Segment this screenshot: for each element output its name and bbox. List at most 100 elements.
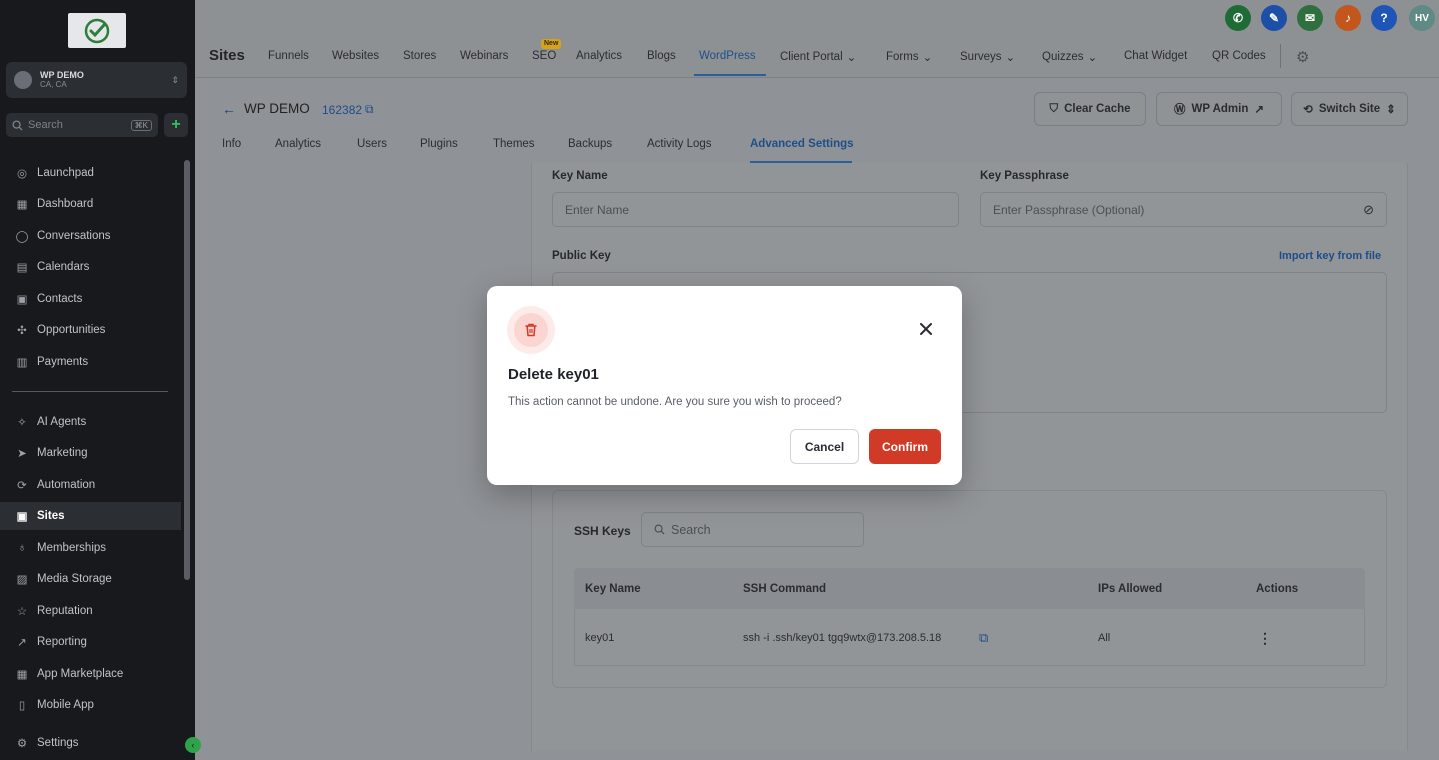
back-arrow-icon[interactable]: ←: [222, 101, 236, 117]
subtab-users[interactable]: Users: [357, 138, 387, 150]
megaphone-icon[interactable]: ✉: [1297, 5, 1323, 31]
tab-client-portal[interactable]: Client Portal ⌄: [780, 50, 856, 64]
sidebar-item-calendars[interactable]: ▤ Calendars: [0, 253, 181, 281]
sidebar-search[interactable]: Search ⌘K: [6, 113, 158, 137]
cancel-button[interactable]: Cancel: [790, 429, 859, 464]
sidebar-divider: [12, 391, 168, 392]
tab-analytics[interactable]: Analytics: [576, 50, 622, 62]
subtab-advanced-settings[interactable]: Advanced Settings: [750, 138, 854, 150]
sidebar-item-settings[interactable]: ⚙ Settings: [0, 729, 181, 757]
clear-cache-label: Clear Cache: [1064, 103, 1131, 115]
tab-stores[interactable]: Stores: [403, 50, 436, 62]
sidebar-item-memberships[interactable]: ♁ Memberships: [0, 534, 181, 562]
copy-icon[interactable]: ⧉: [979, 630, 988, 646]
user-avatar[interactable]: HV: [1409, 5, 1435, 31]
modal-message: This action cannot be undone. Are you su…: [508, 396, 842, 408]
passphrase-input[interactable]: Enter Passphrase (Optional) ⊘: [980, 192, 1387, 227]
import-key-link[interactable]: Import key from file: [1279, 250, 1381, 262]
subtab-themes[interactable]: Themes: [493, 138, 535, 150]
search-icon: [654, 524, 665, 535]
sidebar-item-launchpad[interactable]: ◎ Launchpad: [0, 159, 181, 187]
ai-icon: ✧: [17, 417, 27, 429]
chevron-updown-icon: ⇕: [1386, 104, 1396, 116]
active-tab-indicator: [694, 74, 766, 76]
gear-icon[interactable]: ⚙: [1296, 48, 1309, 66]
sidebar: WP DEMO CA, CA ⇕ Search ⌘K + ◎ Launchpad …: [0, 0, 195, 760]
close-icon[interactable]: [916, 319, 936, 339]
delete-key-modal: Delete key01 This action cannot be undon…: [487, 286, 962, 485]
collapse-sidebar-button[interactable]: ‹: [185, 737, 201, 753]
magic-wand-icon[interactable]: ✎: [1261, 5, 1287, 31]
tab-webinars[interactable]: Webinars: [460, 50, 508, 62]
sidebar-item-label: Sites: [37, 510, 65, 522]
subtab-backups[interactable]: Backups: [568, 138, 612, 150]
sidebar-item-opportunities[interactable]: ✣ Opportunities: [0, 316, 181, 344]
column-key-name: Key Name: [585, 583, 641, 595]
tab-blogs[interactable]: Blogs: [647, 50, 676, 62]
key-name-input[interactable]: Enter Name: [552, 192, 959, 227]
tab-websites[interactable]: Websites: [332, 50, 379, 62]
account-location: CA, CA: [40, 80, 67, 89]
tab-chat-widget[interactable]: Chat Widget: [1124, 50, 1187, 62]
sidebar-item-label: Launchpad: [37, 167, 94, 179]
tab-forms[interactable]: Forms ⌄: [886, 50, 932, 64]
sidebar-item-reporting[interactable]: ↗ Reporting: [0, 628, 181, 656]
sidebar-item-contacts[interactable]: ▣ Contacts: [0, 285, 181, 313]
sidebar-scrollbar[interactable]: [184, 160, 190, 580]
table-header: [574, 568, 1365, 609]
sidebar-item-media-storage[interactable]: ▨ Media Storage: [0, 565, 181, 593]
top-navigation: [195, 0, 1439, 78]
sites-icon: ▣: [16, 511, 28, 523]
tab-quizzes[interactable]: Quizzes ⌄: [1042, 50, 1097, 64]
sidebar-item-reputation[interactable]: ☆ Reputation: [0, 597, 181, 625]
tab-surveys[interactable]: Surveys ⌄: [960, 50, 1015, 64]
help-icon[interactable]: ?: [1371, 5, 1397, 31]
column-ssh-command: SSH Command: [743, 583, 827, 595]
account-switcher[interactable]: WP DEMO CA, CA ⇕: [6, 62, 187, 98]
sidebar-item-mobile-app[interactable]: ▯ Mobile App: [0, 691, 181, 719]
sidebar-item-label: Reputation: [37, 605, 93, 617]
more-vertical-icon[interactable]: ⋮: [1258, 628, 1272, 648]
sidebar-item-conversations[interactable]: ◯ Conversations: [0, 222, 181, 250]
subtab-activity-logs[interactable]: Activity Logs: [647, 138, 712, 150]
clear-cache-button[interactable]: ⛉ Clear Cache: [1034, 92, 1146, 126]
tab-qr-codes[interactable]: QR Codes: [1212, 50, 1266, 62]
subtab-plugins[interactable]: Plugins: [420, 138, 458, 150]
passphrase-label: Key Passphrase: [980, 170, 1069, 182]
sidebar-item-label: Marketing: [37, 447, 88, 459]
sidebar-item-sites[interactable]: ▣ Sites: [0, 502, 181, 530]
passphrase-placeholder: Enter Passphrase (Optional): [993, 202, 1145, 217]
sidebar-item-ai-agents[interactable]: ✧ AI Agents: [0, 408, 181, 436]
sidebar-item-label: Memberships: [37, 542, 107, 554]
subtab-info[interactable]: Info: [222, 138, 241, 150]
sidebar-item-marketing[interactable]: ➤ Marketing: [0, 439, 181, 467]
column-ips-allowed: IPs Allowed: [1098, 583, 1163, 595]
eye-off-icon[interactable]: ⊘: [1363, 202, 1374, 218]
automation-icon: ⟳: [17, 480, 27, 492]
sidebar-item-app-marketplace[interactable]: ▦ App Marketplace: [0, 660, 181, 688]
tab-label: Client Portal: [780, 51, 843, 63]
sidebar-item-dashboard[interactable]: ▦ Dashboard: [0, 190, 181, 218]
sidebar-item-payments[interactable]: ▥ Payments: [0, 348, 181, 376]
ssh-search-input[interactable]: Search: [641, 512, 864, 547]
switch-site-button[interactable]: ⟲ Switch Site ⇕: [1291, 92, 1408, 126]
sidebar-item-label: Reporting: [37, 636, 87, 648]
switch-site-label: Switch Site: [1318, 103, 1381, 115]
app-logo[interactable]: [68, 13, 126, 48]
bell-icon[interactable]: ♪: [1335, 5, 1361, 31]
tab-label: Surveys: [960, 51, 1002, 63]
phone-icon[interactable]: ✆: [1225, 5, 1251, 31]
chevron-down-icon: ⌄: [846, 52, 857, 64]
quick-add-button[interactable]: +: [164, 113, 188, 137]
tab-funnels[interactable]: Funnels: [268, 50, 309, 62]
confirm-button[interactable]: Confirm: [869, 429, 941, 464]
tab-wordpress[interactable]: WordPress: [699, 50, 756, 62]
column-actions: Actions: [1256, 583, 1299, 595]
sidebar-item-automation[interactable]: ⟳ Automation: [0, 471, 181, 499]
subtab-analytics[interactable]: Analytics: [275, 138, 321, 150]
search-shortcut: ⌘K: [130, 119, 152, 131]
wp-admin-button[interactable]: Ⓦ WP Admin ↗: [1156, 92, 1282, 126]
search-icon: [12, 119, 23, 131]
site-id[interactable]: 162382 ⧉: [322, 102, 374, 117]
tab-seo[interactable]: SEO: [532, 50, 556, 62]
